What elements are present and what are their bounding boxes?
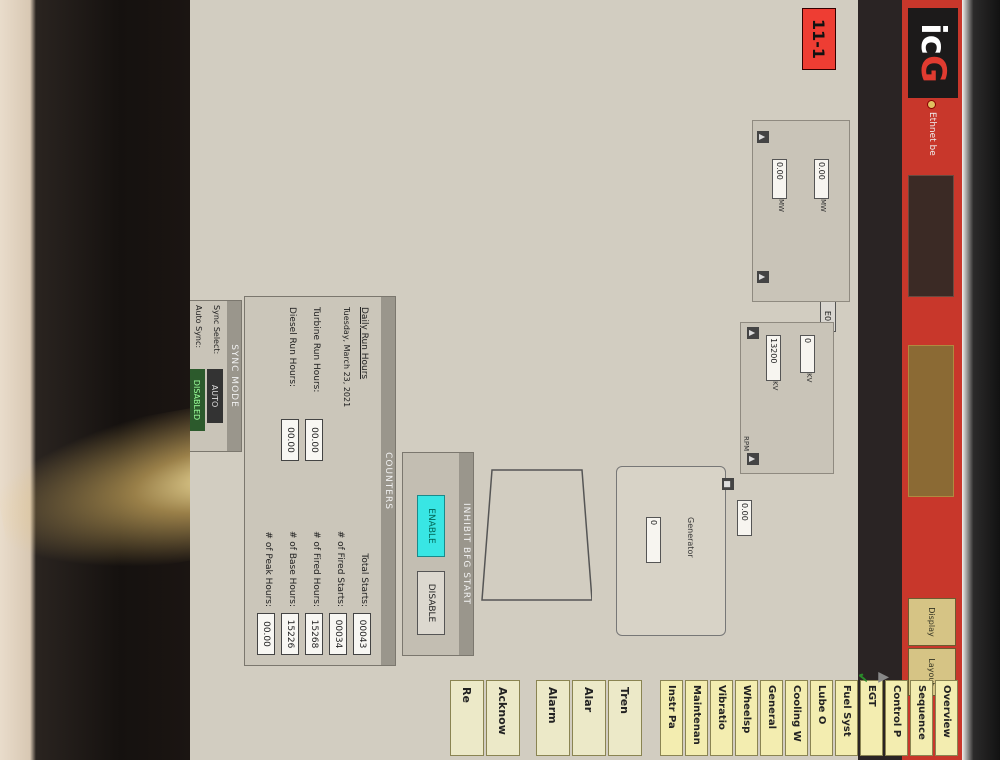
fired-hours-value: 15268: [305, 613, 323, 655]
header-data-strip: 11-1 E2 E4 E6 E8 E0: [802, 0, 902, 760]
alarm-log-button[interactable]: Alarm: [536, 680, 570, 756]
mw-unit-1: MW: [819, 199, 827, 212]
rpm-unit: RPM: [742, 436, 750, 452]
monitor-bezel: [962, 0, 1000, 760]
daily-run-hours-label: Daily Run Hours: [359, 307, 369, 380]
rpm-value: 0.00: [737, 500, 752, 536]
turbine-outline: [481, 469, 592, 601]
auto-sync-value[interactable]: DISABLED: [190, 369, 205, 431]
nav-item-sequence[interactable]: Sequence: [910, 680, 933, 756]
base-hours-label: # of Base Hours:: [287, 530, 297, 607]
mw-value-1: 0.00: [814, 159, 829, 199]
counters-date: Tuesday, March 23, 2021: [342, 307, 351, 408]
diesel-run-hours-value: 00.00: [281, 419, 299, 461]
mw-raise-arrow-icon[interactable]: ▲: [757, 271, 769, 283]
nav-item-wheelspace[interactable]: Wheelsp: [735, 680, 758, 756]
scroll-up-icon[interactable]: ▲: [876, 672, 892, 683]
inhibit-start-panel: INHIBIT BFG START ENABLE DISABLE: [402, 452, 474, 656]
nav-item-cooling[interactable]: Cooling W: [785, 680, 808, 756]
kv-lower-arrow-icon[interactable]: ▲: [747, 327, 759, 339]
nav-sidebar: Overview Sequence Control P EGT Fuel Sys…: [448, 680, 958, 756]
reset-button[interactable]: Re: [450, 680, 484, 756]
turbine-run-hours-label: Turbine Run Hours:: [311, 307, 321, 393]
generator-value: 0: [646, 517, 661, 563]
mw-panel: 0.00 MW 0.00 MW ▲ ▲: [752, 120, 850, 302]
trend-button[interactable]: Tren: [608, 680, 642, 756]
check-icon[interactable]: ✔: [854, 672, 870, 684]
status-dot-icon: [927, 100, 937, 109]
kv-unit-1: KV: [805, 373, 813, 383]
base-hours-value: 15226: [281, 613, 299, 655]
kv-unit-2: KV: [771, 381, 779, 391]
inhibit-start-title: INHIBIT BFG START: [459, 453, 473, 655]
ethernet-label: Ethnet be: [927, 112, 937, 156]
nav-item-lube[interactable]: Lube O: [810, 680, 833, 756]
disable-button[interactable]: DISABLE: [417, 571, 445, 635]
nav-item-control[interactable]: Control P: [885, 680, 908, 756]
nav-item-fuel[interactable]: Fuel Syst: [835, 680, 858, 756]
acknowledge-button[interactable]: Acknow: [486, 680, 520, 756]
auto-sync-label: Auto Sync:: [194, 305, 203, 349]
header-info-panel: [908, 175, 954, 297]
total-starts-label: Total Starts:: [359, 553, 369, 607]
nav-item-egt[interactable]: EGT: [860, 680, 883, 756]
fired-starts-value: 00034: [329, 613, 347, 655]
generator-label: Generator: [686, 517, 695, 558]
total-starts-value: 00043: [353, 613, 371, 655]
fired-starts-label: # of Fired Starts:: [335, 530, 345, 607]
turbine-diagram: [481, 469, 592, 601]
header-bar: ic G Ethnet be Display Layout: [902, 0, 962, 760]
hmi-window: icG Ethnet be Display Layout 11-1 E2 E4 …: [190, 0, 962, 760]
diesel-run-hours-label: Diesel Run Hours:: [287, 307, 297, 388]
nav-item-general[interactable]: General: [760, 680, 783, 756]
mw-unit-2: MW: [777, 199, 785, 212]
header-amber-panel: [908, 345, 954, 497]
kv-panel: 0 KV 13200 KV ▲ ▲: [740, 322, 834, 474]
mw-value-2: 0.00: [772, 159, 787, 199]
alarm-button[interactable]: Alar: [572, 680, 606, 756]
nav-item-instr[interactable]: Instr Pa: [660, 680, 683, 756]
logo-accent: G: [913, 54, 953, 83]
nav-item-vibration[interactable]: Vibratio: [710, 680, 733, 756]
display-button[interactable]: Display: [908, 598, 956, 646]
peak-hours-value: 00.00: [257, 613, 275, 655]
sync-mode-title: SYNC MODE: [227, 301, 241, 451]
nav-item-overview[interactable]: Overview: [935, 680, 958, 756]
logo-text: ic: [913, 23, 953, 55]
alarm-code-badge[interactable]: 11-1: [802, 8, 836, 70]
sync-select-value[interactable]: AUTO: [207, 369, 223, 423]
nav-item-maintenance[interactable]: Maintenan: [685, 680, 708, 756]
monitor-screen: icG Ethnet be Display Layout 11-1 E2 E4 …: [190, 0, 962, 760]
ethernet-status: Ethnet be: [910, 100, 954, 164]
kv-value-2: 13200: [766, 335, 781, 381]
counters-title: COUNTERS: [381, 297, 395, 665]
kv-value-1: 0: [800, 335, 815, 373]
peak-hours-label: # of Peak Hours:: [263, 531, 273, 607]
kv-raise-arrow-icon[interactable]: ▲: [747, 453, 759, 465]
generator-indicator-icon: ■: [722, 478, 734, 490]
sync-select-label: Sync Select:: [212, 305, 221, 355]
sync-mode-panel: SYNC MODE Sync Select: AUTO Auto Sync: D…: [190, 300, 242, 452]
counters-panel: COUNTERS Daily Run Hours Tuesday, March …: [244, 296, 396, 666]
generator-symbol: Generator 0: [616, 466, 726, 636]
turbine-run-hours-value: 00.00: [305, 419, 323, 461]
fired-hours-label: # of Fired Hours:: [311, 531, 321, 607]
enable-button[interactable]: ENABLE: [417, 495, 445, 557]
mw-lower-arrow-icon[interactable]: ▲: [757, 131, 769, 143]
logo: ic G: [908, 8, 958, 98]
